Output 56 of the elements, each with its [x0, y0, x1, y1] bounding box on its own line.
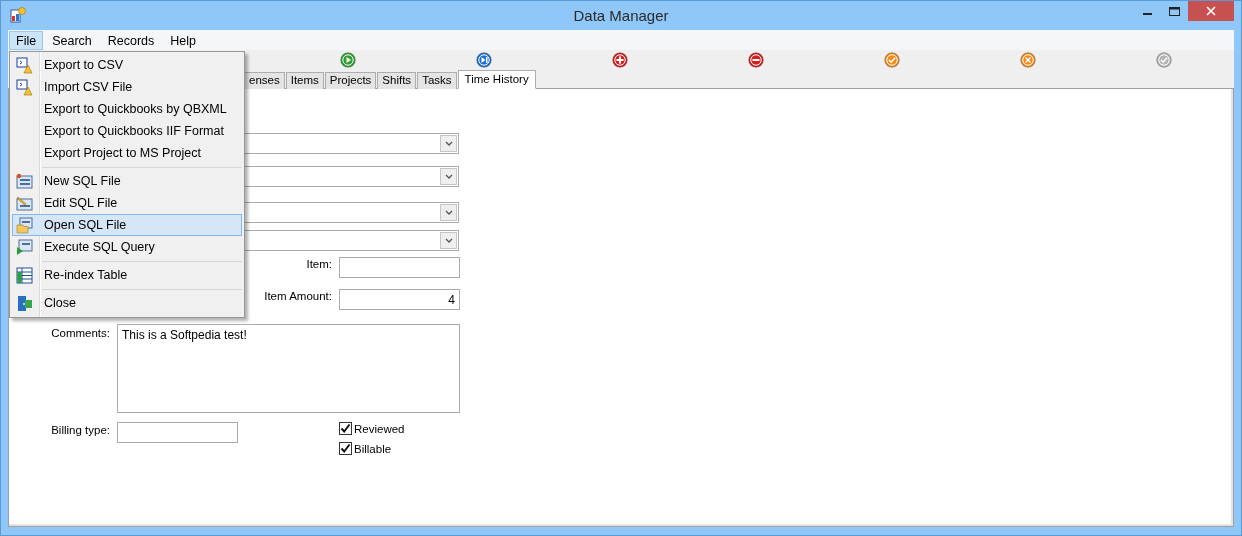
checkbox[interactable]: [339, 422, 352, 435]
menu-item[interactable]: Edit SQL File: [12, 192, 242, 214]
checkbox-label: Reviewed: [354, 422, 405, 435]
menu-item[interactable]: New SQL File: [12, 170, 242, 192]
tab[interactable]: Items: [285, 72, 324, 89]
chevron-down-icon: [444, 210, 453, 215]
item-field[interactable]: [339, 257, 460, 278]
app-icon: [10, 6, 26, 24]
billing-type-label: Billing type:: [50, 423, 111, 436]
tab[interactable]: enses: [244, 72, 285, 89]
checkbox-label: Billable: [354, 442, 392, 455]
comments-field[interactable]: This is a Softpedia test!: [117, 324, 460, 413]
x-circle-icon[interactable]: [1020, 52, 1036, 68]
menu-item[interactable]: File: [9, 30, 44, 50]
menu-item[interactable]: Export to Quickbooks by QBXML: [12, 98, 242, 120]
chevron-down-icon: [444, 174, 453, 179]
document-arrow-icon: [16, 78, 33, 96]
menu-item[interactable]: Re-index Table: [12, 264, 242, 286]
billing-type-field[interactable]: [117, 422, 238, 443]
tab[interactable]: Shifts: [377, 72, 417, 89]
menu-item[interactable]: Records: [100, 30, 162, 50]
skip-forward-icon[interactable]: [476, 52, 492, 68]
chevron-down-icon: [444, 141, 453, 146]
maximize-icon: [1169, 6, 1180, 16]
close-icon: [1206, 6, 1216, 16]
check-icon[interactable]: [884, 52, 900, 68]
run-window-icon: [16, 238, 33, 256]
menu-item[interactable]: Open SQL File: [12, 214, 242, 236]
minus-icon[interactable]: [748, 52, 764, 68]
checkbox[interactable]: [339, 442, 352, 455]
chevron-down-icon: [444, 238, 453, 243]
menu-item[interactable]: Export Project to MS Project: [12, 142, 242, 164]
menu-item[interactable]: Export to CSV: [12, 54, 242, 76]
menu-item[interactable]: Import CSV File: [12, 76, 242, 98]
comments-label: Comments:: [50, 326, 111, 339]
window-title: Data Manager: [573, 7, 669, 24]
minimize-icon: [1143, 13, 1152, 15]
play-icon[interactable]: [340, 52, 356, 68]
menu-item[interactable]: Close: [12, 292, 242, 314]
menu-item[interactable]: Help: [163, 30, 204, 50]
tab[interactable]: Tasks: [417, 72, 457, 89]
menu-item[interactable]: Search: [45, 30, 99, 50]
pencil-window-icon: [16, 194, 33, 212]
menu-item[interactable]: Execute SQL Query: [12, 236, 242, 258]
item-amount-label: Item Amount:: [263, 289, 333, 302]
folder-window-icon: [16, 216, 33, 234]
document-arrow-icon: [16, 56, 33, 74]
item-label: Item:: [305, 257, 333, 270]
table-icon: [16, 266, 33, 284]
menu-item[interactable]: Export to Quickbooks IIF Format: [12, 120, 242, 142]
door-icon: [16, 294, 33, 312]
item-amount-field[interactable]: 4: [339, 289, 460, 310]
window-icon: [16, 172, 33, 190]
tab[interactable]: Projects: [324, 72, 377, 89]
tab[interactable]: Time History: [457, 70, 536, 89]
plus-icon[interactable]: [612, 52, 628, 68]
